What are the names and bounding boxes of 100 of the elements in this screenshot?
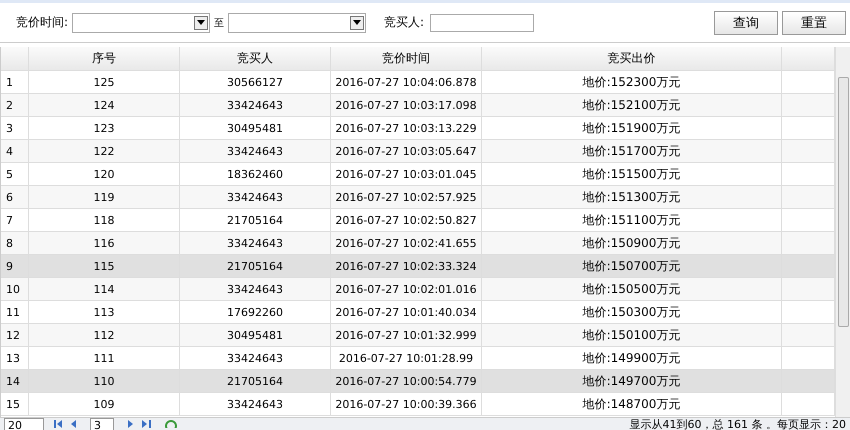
table-cell: 21705164 bbox=[180, 370, 331, 392]
table-cell: 2016-07-27 10:02:33.324 bbox=[331, 255, 482, 277]
table-cell: 115 bbox=[29, 255, 180, 277]
column-header[interactable]: 序号 bbox=[29, 47, 180, 70]
table-cell: 30495481 bbox=[180, 324, 331, 346]
table-cell: 33424643 bbox=[180, 186, 331, 208]
table-cell: 33424643 bbox=[180, 278, 331, 300]
row-number: 14 bbox=[1, 370, 29, 392]
table-cell: 2016-07-27 10:04:06.878 bbox=[331, 71, 482, 93]
table-row[interactable]: 2 124 33424643 2016-07-27 10:03:17.098 地价:152100万元 bbox=[1, 94, 835, 117]
reset-button[interactable]: 重置 bbox=[782, 10, 846, 34]
table-cell: 2016-07-27 10:02:57.925 bbox=[331, 186, 482, 208]
row-number: 3 bbox=[1, 117, 29, 139]
table-row[interactable]: 8 116 33424643 2016-07-27 10:02:41.655 地价:150900万元 bbox=[1, 232, 835, 255]
page-field[interactable]: 3 bbox=[90, 418, 114, 430]
table-cell: 2016-07-27 10:03:17.098 bbox=[331, 94, 482, 116]
row-number: 9 bbox=[1, 255, 29, 277]
row-number: 2 bbox=[1, 94, 29, 116]
table-cell: 2016-07-27 10:00:54.779 bbox=[331, 370, 482, 392]
table-row[interactable]: 13 111 33424643 2016-07-27 10:01:28.99 地价:149900万元 bbox=[1, 347, 835, 370]
row-number: 11 bbox=[1, 301, 29, 323]
table-cell: 2016-07-27 10:02:01.016 bbox=[331, 278, 482, 300]
table-cell: 2016-07-27 10:02:50.827 bbox=[331, 209, 482, 231]
table-cell: 地价:151900万元 bbox=[482, 117, 782, 139]
table-cell: 2016-07-27 10:00:39.366 bbox=[331, 393, 482, 415]
table-cell: 2016-07-27 10:01:40.034 bbox=[331, 301, 482, 323]
table-cell: 30566127 bbox=[180, 71, 331, 93]
table-row[interactable]: 11 113 17692260 2016-07-27 10:01:40.034 地价:150300万元 bbox=[1, 301, 835, 324]
table-cell: 2016-07-27 10:03:13.229 bbox=[331, 117, 482, 139]
table-cell: 120 bbox=[29, 163, 180, 185]
scrollbar[interactable] bbox=[835, 47, 850, 417]
column-header[interactable]: 竞买人 bbox=[180, 47, 331, 70]
table-cell: 124 bbox=[29, 94, 180, 116]
table-cell: 33424643 bbox=[180, 94, 331, 116]
page-size-select[interactable]: 20 bbox=[4, 418, 44, 430]
table-cell: 地价:148700万元 bbox=[482, 393, 782, 415]
table-cell: 2016-07-27 10:03:05.647 bbox=[331, 140, 482, 162]
row-number: 4 bbox=[1, 140, 29, 162]
column-header[interactable]: 竞买出价 bbox=[482, 47, 782, 70]
table-cell: 2016-07-27 10:02:41.655 bbox=[331, 232, 482, 254]
row-number: 10 bbox=[1, 278, 29, 300]
table-row[interactable]: 10 114 33424643 2016-07-27 10:02:01.016 地价:150500万元 bbox=[1, 278, 835, 301]
table-row[interactable]: 9 115 21705164 2016-07-27 10:02:33.324 地价:150700万元 bbox=[1, 255, 835, 278]
table-row[interactable]: 5 120 18362460 2016-07-27 10:03:01.045 地价:151500万元 bbox=[1, 163, 835, 186]
table-cell: 112 bbox=[29, 324, 180, 346]
table-cell: 123 bbox=[29, 117, 180, 139]
search-button[interactable]: 查询 bbox=[714, 10, 778, 34]
row-number: 12 bbox=[1, 324, 29, 346]
table-cell: 2016-07-27 10:03:01.045 bbox=[331, 163, 482, 185]
table-cell: 地价:149700万元 bbox=[482, 370, 782, 392]
table-cell: 地价:150900万元 bbox=[482, 232, 782, 254]
row-number: 15 bbox=[1, 393, 29, 415]
table-cell: 地价:150300万元 bbox=[482, 301, 782, 323]
separator-label: 至 bbox=[214, 16, 224, 30]
time-label: 竞价时间: bbox=[16, 14, 68, 31]
row-number: 7 bbox=[1, 209, 29, 231]
dropdown-arrow-icon bbox=[197, 20, 206, 25]
table-cell: 地价:151300万元 bbox=[482, 186, 782, 208]
table-cell: 111 bbox=[29, 347, 180, 369]
table-cell: 113 bbox=[29, 301, 180, 323]
refresh-icon[interactable] bbox=[164, 418, 178, 428]
table-cell: 地价:150500万元 bbox=[482, 278, 782, 300]
table-row[interactable]: 7 118 21705164 2016-07-27 10:02:50.827 地价:151100万元 bbox=[1, 209, 835, 232]
table-row[interactable]: 3 123 30495481 2016-07-27 10:03:13.229 地价:151900万元 bbox=[1, 117, 835, 140]
table-cell: 122 bbox=[29, 140, 180, 162]
table-cell: 33424643 bbox=[180, 232, 331, 254]
table-cell: 30495481 bbox=[180, 117, 331, 139]
row-number: 6 bbox=[1, 186, 29, 208]
row-number: 1 bbox=[1, 71, 29, 93]
table-row[interactable]: 6 119 33424643 2016-07-27 10:02:57.925 地价:151300万元 bbox=[1, 186, 835, 209]
table-cell: 109 bbox=[29, 393, 180, 415]
table-cell: 2016-07-27 10:01:28.99 bbox=[331, 347, 482, 369]
end-date-field[interactable] bbox=[228, 12, 366, 32]
table-cell: 21705164 bbox=[180, 209, 331, 231]
table-cell: 地价:151700万元 bbox=[482, 140, 782, 162]
table-row[interactable]: 1 125 30566127 2016-07-27 10:04:06.878 地价:152300万元 bbox=[1, 71, 835, 94]
row-number: 5 bbox=[1, 163, 29, 185]
table-cell: 地价:151100万元 bbox=[482, 209, 782, 231]
row-number: 13 bbox=[1, 347, 29, 369]
table-cell: 118 bbox=[29, 209, 180, 231]
table-cell: 18362460 bbox=[180, 163, 331, 185]
table-cell: 119 bbox=[29, 186, 180, 208]
table-cell: 116 bbox=[29, 232, 180, 254]
table-row[interactable]: 12 112 30495481 2016-07-27 10:01:32.999 地价:150100万元 bbox=[1, 324, 835, 347]
start-date-field[interactable] bbox=[72, 12, 210, 32]
table-cell: 33424643 bbox=[180, 393, 331, 415]
table-cell: 地价:152300万元 bbox=[482, 71, 782, 93]
table-cell: 33424643 bbox=[180, 347, 331, 369]
table-row[interactable]: 14 110 21705164 2016-07-27 10:00:54.779 地价:149700万元 bbox=[1, 370, 835, 393]
table-cell: 地价:149900万元 bbox=[482, 347, 782, 369]
table-cell: 114 bbox=[29, 278, 180, 300]
table-cell: 地价:150700万元 bbox=[482, 255, 782, 277]
column-header[interactable]: 竞价时间 bbox=[331, 47, 482, 70]
table-row[interactable]: 15 109 33424643 2016-07-27 10:00:39.366 地价:148700万元 bbox=[1, 393, 835, 416]
table-row[interactable]: 4 122 33424643 2016-07-27 10:03:05.647 地价:151700万元 bbox=[1, 140, 835, 163]
table-cell: 110 bbox=[29, 370, 180, 392]
table-cell: 地价:151500万元 bbox=[482, 163, 782, 185]
table-cell: 33424643 bbox=[180, 140, 331, 162]
table-cell: 17692260 bbox=[180, 301, 331, 323]
bidder-field[interactable] bbox=[430, 14, 534, 32]
